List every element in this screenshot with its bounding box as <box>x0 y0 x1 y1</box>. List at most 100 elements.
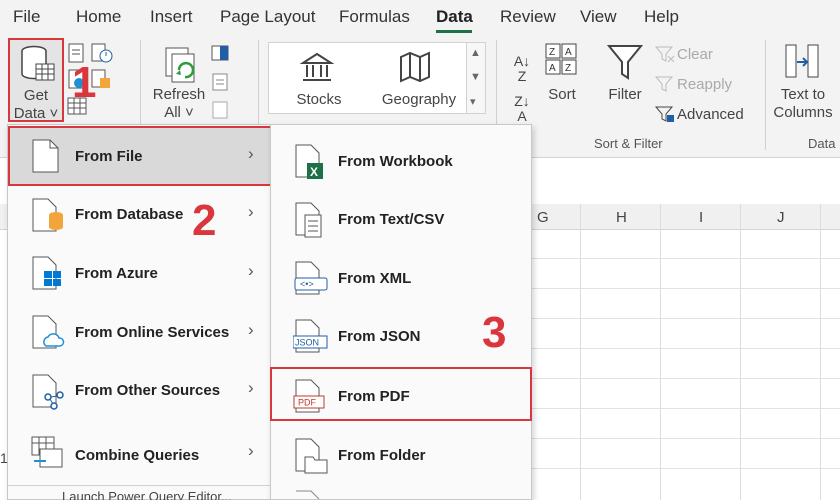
gallery-down-icon[interactable]: ▼ <box>470 71 481 83</box>
column-header-j[interactable]: J <box>777 209 785 226</box>
svg-text:Z: Z <box>565 63 571 74</box>
chevron-right-icon: › <box>248 202 254 221</box>
svg-text:A: A <box>549 63 556 74</box>
grid-line <box>820 204 821 500</box>
menu-item-from-database[interactable]: From Database › <box>8 185 270 243</box>
chevron-right-icon: › <box>248 320 254 339</box>
active-tab-indicator <box>436 30 472 33</box>
get-data-label: Get Data ˅ <box>13 87 59 122</box>
tab-file[interactable]: File <box>13 7 40 27</box>
azure-icon <box>32 256 61 290</box>
menu-item-label: From Workbook <box>338 153 453 170</box>
menu-item-label: From Other Sources <box>75 382 221 399</box>
database-file-icon <box>32 198 63 232</box>
sort-dialog-icon[interactable]: Z AA Z <box>544 42 580 78</box>
tab-data[interactable]: Data <box>436 7 473 27</box>
advanced-button[interactable]: Advanced <box>677 106 744 124</box>
step-1-annotation: 1 <box>72 58 97 107</box>
edit-links-icon[interactable] <box>210 100 232 120</box>
column-header-i[interactable]: I <box>699 209 703 226</box>
gallery-scrollbar[interactable]: ▲ ▼ ▾ <box>466 42 486 114</box>
tab-page-layout[interactable]: Page Layout <box>220 7 315 27</box>
menu-item-label: From JSON <box>338 328 421 345</box>
menu-item-from-workbook[interactable]: X From Workbook <box>271 131 531 189</box>
tab-formulas[interactable]: Formulas <box>339 7 410 27</box>
step-3-annotation: 3 <box>482 308 507 357</box>
sort-filter-group-label: Sort & Filter <box>594 136 663 151</box>
text-csv-icon <box>295 202 322 238</box>
reapply-button: Reapply <box>677 76 733 93</box>
next-item-icon <box>296 490 320 500</box>
filter-button[interactable]: Filter <box>600 86 650 104</box>
menu-item-label: From Text/CSV <box>338 211 445 228</box>
svg-text:Z: Z <box>549 47 555 58</box>
menu-bar: File Home Insert Page Layout Formulas Da… <box>0 0 840 34</box>
stocks-icon[interactable] <box>299 51 335 83</box>
svg-text:A: A <box>565 47 572 58</box>
menu-item-launch-power-query[interactable]: Launch Power Query Editor... <box>22 491 262 500</box>
grid-line <box>530 438 840 439</box>
grid-line <box>660 204 661 500</box>
grid-line <box>530 318 840 319</box>
sort-button[interactable]: Sort <box>538 86 586 104</box>
menu-item-label: From Online Services <box>75 324 230 341</box>
gallery-up-icon[interactable]: ▲ <box>470 47 481 59</box>
clear-button: Clear <box>677 46 713 63</box>
menu-item-label: Launch Power Query Editor... <box>62 491 232 500</box>
stocks-button[interactable]: Stocks <box>289 91 349 109</box>
refresh-all-label[interactable]: Refresh All ˅ <box>150 86 208 122</box>
sort-za-icon[interactable]: Z↓ A <box>508 94 536 124</box>
tab-review[interactable]: Review <box>500 7 556 27</box>
menu-item-label: From XML <box>338 270 412 287</box>
json-icon: JSON <box>293 319 328 353</box>
reapply-icon <box>654 76 674 92</box>
grid-line <box>530 258 840 259</box>
chevron-right-icon: › <box>248 441 254 460</box>
excel-workbook-icon: X <box>295 144 323 179</box>
tab-view[interactable]: View <box>580 7 617 27</box>
step-3-highlight-box <box>270 367 532 421</box>
grid-line <box>530 408 840 409</box>
gallery-more-icon[interactable]: ▾ <box>470 95 476 108</box>
menu-item-label: From Azure <box>75 265 158 282</box>
tab-insert[interactable]: Insert <box>150 7 193 27</box>
column-header-h[interactable]: H <box>616 209 627 226</box>
column-header-g[interactable]: G <box>537 209 549 226</box>
properties-icon[interactable] <box>210 72 232 92</box>
text-to-columns-icon[interactable] <box>784 42 820 82</box>
svg-text:<•>: <•> <box>300 279 314 289</box>
menu-item-combine-queries[interactable]: Combine Queries › <box>8 421 270 479</box>
xml-icon: <•> <box>294 261 328 295</box>
geography-icon[interactable] <box>397 51 433 83</box>
menu-item-from-text-csv[interactable]: From Text/CSV <box>271 189 531 247</box>
menu-item-from-xml[interactable]: <•> From XML <box>271 248 531 306</box>
ribbon-separator <box>765 40 766 150</box>
advanced-filter-icon[interactable] <box>654 104 676 124</box>
step-1-highlight-box <box>8 126 272 186</box>
database-icon <box>21 45 55 81</box>
queries-connections-icon[interactable] <box>210 44 232 64</box>
chevron-right-icon: › <box>248 378 254 397</box>
geography-button[interactable]: Geography <box>374 91 464 109</box>
menu-item-from-online-services[interactable]: From Online Services › <box>8 302 270 360</box>
data-types-gallery: Stocks Geography <box>268 42 468 114</box>
sort-az-icon[interactable]: A↓ Z <box>508 54 536 84</box>
svg-text:X: X <box>310 165 318 179</box>
menu-item-from-folder[interactable]: From Folder <box>271 425 531 483</box>
grid-line <box>580 204 581 500</box>
data-tools-group-label: Data <box>808 136 836 151</box>
tab-help[interactable]: Help <box>644 7 679 27</box>
menu-item-label: From Database <box>75 206 184 223</box>
step-2-annotation: 2 <box>192 196 217 245</box>
menu-separator <box>8 485 270 486</box>
row-header: 1 <box>0 450 8 466</box>
filter-icon[interactable] <box>606 42 644 82</box>
tab-home[interactable]: Home <box>76 7 121 27</box>
menu-item-from-other-sources[interactable]: From Other Sources › <box>8 361 270 419</box>
text-to-columns-button[interactable]: Text to Columns <box>770 86 836 122</box>
other-sources-icon <box>32 374 64 410</box>
chevron-right-icon: › <box>248 261 254 280</box>
refresh-all-icon[interactable] <box>162 44 202 86</box>
menu-item-from-azure[interactable]: From Azure › <box>8 243 270 301</box>
get-data-button[interactable]: Get Data ˅ <box>8 38 64 122</box>
